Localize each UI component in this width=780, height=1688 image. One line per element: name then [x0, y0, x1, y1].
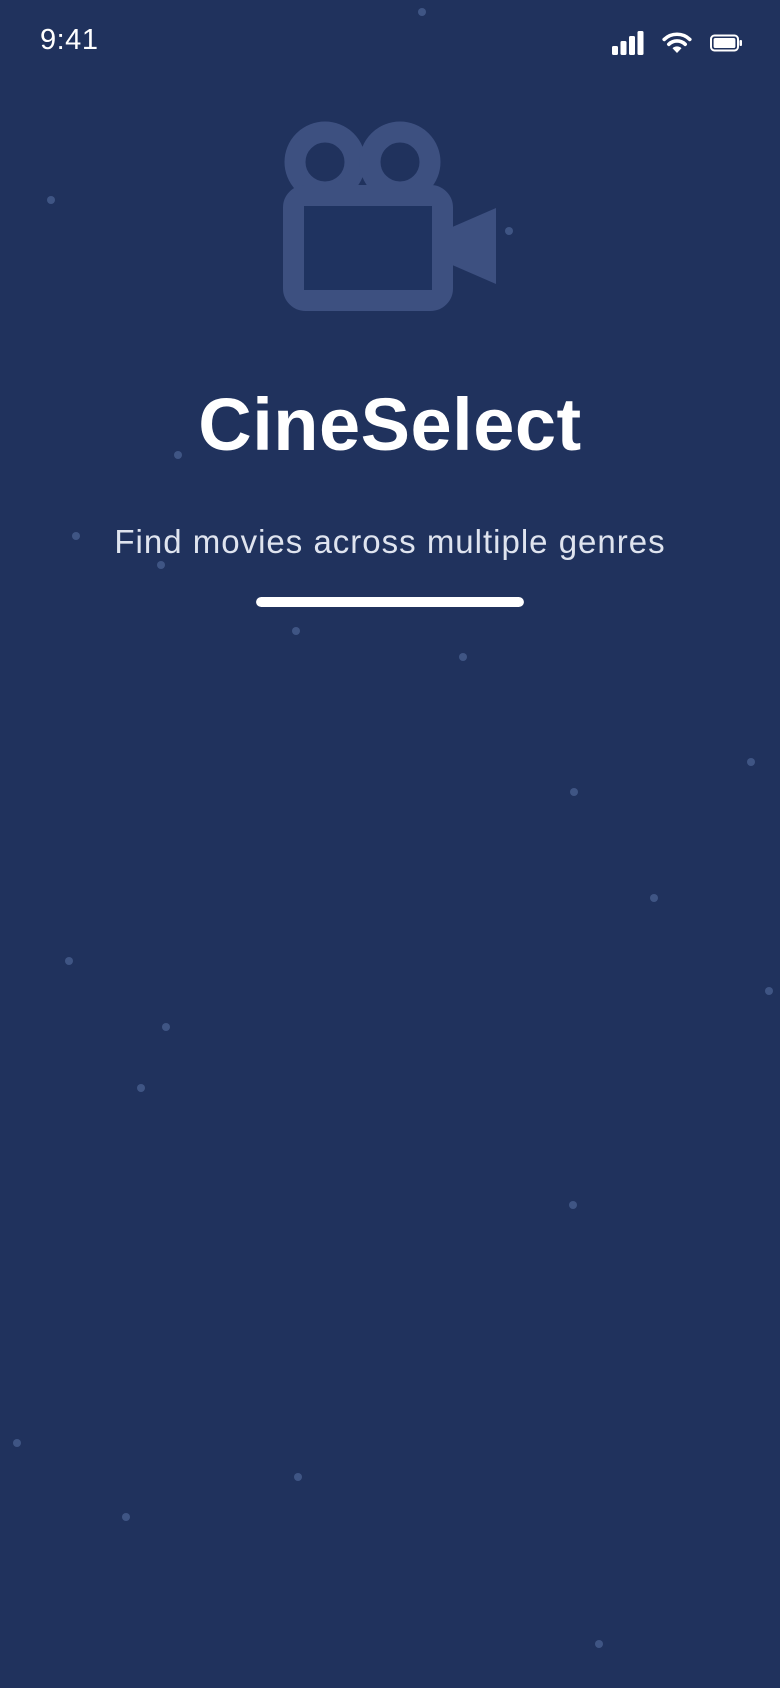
- tagline: Find movies across multiple genres: [114, 523, 666, 560]
- app-title: CineSelect: [198, 383, 582, 466]
- loading-progress-fill: [256, 597, 524, 607]
- splash-screen: 9:41 CineSelect Find movies across multi…: [0, 0, 780, 1688]
- wifi-icon: [662, 32, 692, 53]
- movie-camera-icon: [283, 121, 496, 311]
- loading-progress-bar: [256, 597, 524, 607]
- status-icons: [612, 30, 742, 56]
- battery-icon: [710, 34, 742, 52]
- status-bar: 9:41: [0, 0, 780, 90]
- cellular-signal-icon: [612, 31, 644, 55]
- status-time: 9:41: [40, 24, 99, 56]
